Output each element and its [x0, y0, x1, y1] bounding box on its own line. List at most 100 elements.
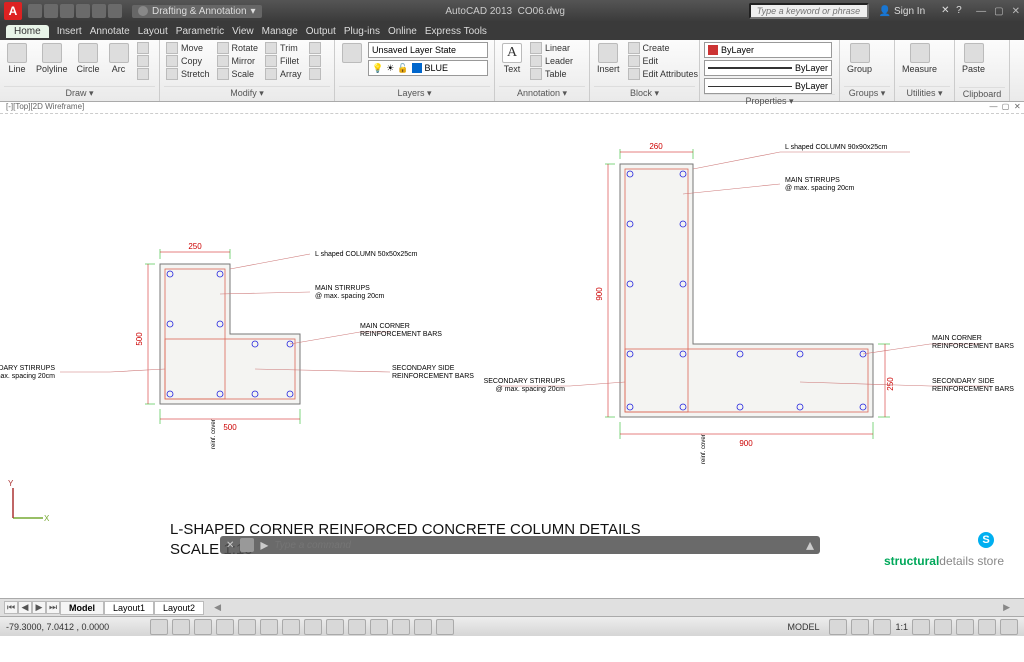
- osnap3d-toggle[interactable]: [260, 619, 278, 635]
- arc-button[interactable]: Arc: [106, 42, 132, 75]
- tab-insert[interactable]: Insert: [57, 26, 82, 37]
- signin-button[interactable]: 👤 Sign In: [879, 6, 925, 17]
- text-button[interactable]: AText: [499, 42, 525, 75]
- drawing-canvas[interactable]: 250 500 500 reinf. cover L shaped COLUMN…: [0, 114, 1024, 598]
- qat-save-icon[interactable]: [60, 4, 74, 18]
- space-toggle[interactable]: MODEL: [781, 622, 825, 632]
- create-block-button[interactable]: Create: [626, 42, 701, 54]
- hscroll-left[interactable]: ◀: [214, 602, 221, 613]
- help-search-input[interactable]: [749, 3, 869, 19]
- qp-toggle[interactable]: [392, 619, 410, 635]
- help-icon[interactable]: ?: [956, 5, 968, 17]
- viewport-label[interactable]: [-][Top][2D Wireframe]: [6, 102, 84, 113]
- tab-view[interactable]: View: [232, 26, 254, 37]
- hw-toggle[interactable]: [956, 619, 974, 635]
- tab-layout[interactable]: Layout: [138, 26, 168, 37]
- tab-online[interactable]: Online: [388, 26, 417, 37]
- color-select[interactable]: ByLayer: [704, 42, 832, 58]
- draw-extra-2[interactable]: [135, 55, 151, 67]
- mirror-button[interactable]: Mirror: [215, 55, 261, 67]
- trim-button[interactable]: Trim: [263, 42, 304, 54]
- maximize-button[interactable]: ▢: [994, 6, 1003, 17]
- minimize-button[interactable]: —: [976, 6, 986, 17]
- panel-clipboard-title[interactable]: Clipboard: [959, 87, 1005, 99]
- hscroll-right[interactable]: ▶: [1003, 602, 1010, 613]
- tab-plugins[interactable]: Plug-ins: [344, 26, 380, 37]
- tab-nav-last[interactable]: ⏭: [46, 601, 60, 614]
- tab-home[interactable]: Home: [6, 25, 49, 38]
- qat-print-icon[interactable]: [108, 4, 122, 18]
- insert-block-button[interactable]: Insert: [594, 42, 623, 75]
- workspace-selector[interactable]: Drafting & Annotation ▾: [132, 5, 262, 18]
- grid-toggle[interactable]: [172, 619, 190, 635]
- linetype-select[interactable]: ByLayer: [704, 78, 832, 94]
- sb-qv-icon[interactable]: [851, 619, 869, 635]
- panel-annotation-title[interactable]: Annotation ▾: [499, 86, 585, 99]
- modify-extra-1[interactable]: [307, 42, 323, 54]
- cmd-close-icon[interactable]: ✕: [226, 540, 234, 551]
- rotate-button[interactable]: Rotate: [215, 42, 261, 54]
- panel-layers-title[interactable]: Layers ▾: [339, 86, 490, 99]
- modify-extra-3[interactable]: [307, 68, 323, 80]
- tab-model[interactable]: Model: [60, 601, 104, 615]
- tab-parametric[interactable]: Parametric: [176, 26, 224, 37]
- sc-toggle[interactable]: [414, 619, 432, 635]
- viewcube-min-icon[interactable]: —: [990, 102, 1000, 111]
- iso-toggle[interactable]: [978, 619, 996, 635]
- ann-toggle[interactable]: [912, 619, 930, 635]
- panel-groups-title[interactable]: Groups ▾: [844, 86, 890, 99]
- qat-redo-icon[interactable]: [92, 4, 106, 18]
- otrack-toggle[interactable]: [282, 619, 300, 635]
- panel-block-title[interactable]: Block ▾: [594, 86, 695, 99]
- am-toggle[interactable]: [436, 619, 454, 635]
- layer-props-button[interactable]: [339, 42, 365, 64]
- osnap-toggle[interactable]: [238, 619, 256, 635]
- fillet-button[interactable]: Fillet: [263, 55, 304, 67]
- polar-toggle[interactable]: [216, 619, 234, 635]
- tab-manage[interactable]: Manage: [262, 26, 298, 37]
- tab-nav-prev[interactable]: ◀: [18, 601, 32, 614]
- tab-nav-next[interactable]: ▶: [32, 601, 46, 614]
- dyn-toggle[interactable]: [326, 619, 344, 635]
- exchange-icon[interactable]: ✕: [941, 5, 953, 17]
- tab-express[interactable]: Express Tools: [425, 26, 487, 37]
- viewcube-max-icon[interactable]: ▢: [1002, 102, 1012, 111]
- close-button[interactable]: ✕: [1012, 6, 1020, 17]
- lineweight-select[interactable]: ByLayer: [704, 60, 832, 76]
- sb-layout-icon[interactable]: [829, 619, 847, 635]
- ann-scale[interactable]: 1:1: [895, 622, 908, 632]
- tpy-toggle[interactable]: [370, 619, 388, 635]
- draw-extra-1[interactable]: [135, 42, 151, 54]
- layer-current-select[interactable]: 💡 ☀ 🔓 BLUE: [368, 60, 488, 76]
- group-button[interactable]: Group: [844, 42, 875, 75]
- paste-button[interactable]: Paste: [959, 42, 988, 75]
- ortho-toggle[interactable]: [194, 619, 212, 635]
- array-button[interactable]: Array: [263, 68, 304, 80]
- linear-dim-button[interactable]: Linear: [528, 42, 575, 54]
- polyline-button[interactable]: Polyline: [33, 42, 71, 75]
- measure-button[interactable]: Measure: [899, 42, 940, 75]
- leader-button[interactable]: Leader: [528, 55, 575, 67]
- line-button[interactable]: Line: [4, 42, 30, 75]
- stretch-button[interactable]: Stretch: [164, 68, 212, 80]
- tab-nav-first[interactable]: ⏮: [4, 601, 18, 614]
- ws-toggle[interactable]: [934, 619, 952, 635]
- qat-open-icon[interactable]: [44, 4, 58, 18]
- command-line[interactable]: ✕ ▸ ▴: [220, 536, 820, 554]
- circle-button[interactable]: Circle: [74, 42, 103, 75]
- copy-button[interactable]: Copy: [164, 55, 212, 67]
- tab-layout2[interactable]: Layout2: [154, 601, 204, 615]
- scale-button[interactable]: Scale: [215, 68, 261, 80]
- snap-toggle[interactable]: [150, 619, 168, 635]
- lwt-toggle[interactable]: [348, 619, 366, 635]
- sb-qvd-icon[interactable]: [873, 619, 891, 635]
- tab-output[interactable]: Output: [306, 26, 336, 37]
- edit-attr-button[interactable]: Edit Attributes: [626, 68, 701, 80]
- viewcube-close-icon[interactable]: ✕: [1014, 102, 1024, 111]
- panel-draw-title[interactable]: Draw ▾: [4, 86, 155, 99]
- panel-properties-title[interactable]: Properties ▾: [704, 94, 835, 107]
- tab-layout1[interactable]: Layout1: [104, 601, 154, 615]
- edit-block-button[interactable]: Edit: [626, 55, 701, 67]
- qat-new-icon[interactable]: [28, 4, 42, 18]
- coords-readout[interactable]: -79.3000, 7.0412 , 0.0000: [6, 622, 146, 632]
